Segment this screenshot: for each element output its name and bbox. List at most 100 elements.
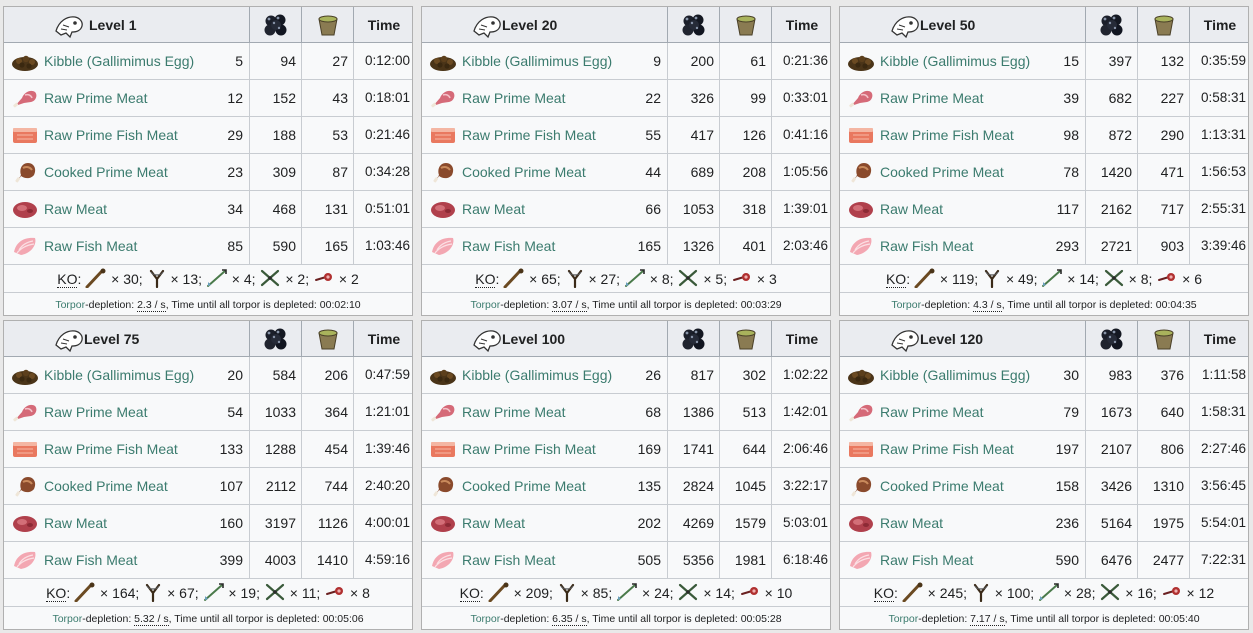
food-name-link[interactable]: Kibble (Gallimimus Egg) — [880, 367, 1030, 383]
food-name-link[interactable]: Cooked Prime Meat — [44, 164, 168, 180]
ko-label[interactable]: KO — [475, 271, 496, 288]
food-name-link[interactable]: Raw Prime Fish Meat — [462, 441, 596, 457]
food-row: Kibble (Gallimimus Egg) 5 94 27 0:12:00 — [4, 43, 412, 80]
narcoberry-count: 2162 — [1100, 201, 1132, 217]
food-name-link[interactable]: Raw Prime Fish Meat — [44, 441, 178, 457]
narcoberry-header-cell — [250, 7, 302, 43]
food-name-link[interactable]: Kibble (Gallimimus Egg) — [462, 53, 612, 69]
food-quantity: 160 — [219, 515, 243, 531]
narcotic-header-cell — [302, 7, 354, 43]
narcotic-count: 27 — [332, 53, 348, 69]
food-cell: Raw Fish Meat 85 — [4, 228, 250, 264]
narcoberry-icon — [264, 14, 287, 36]
torpor-link[interactable]: Torpor — [888, 613, 918, 625]
ko-count: 119 — [951, 271, 975, 287]
narcoberry-count: 1673 — [1100, 404, 1132, 420]
ko-label[interactable]: KO — [873, 585, 895, 602]
food-name-link[interactable]: Kibble (Gallimimus Egg) — [44, 367, 194, 383]
food-name-link[interactable]: Raw Fish Meat — [44, 552, 137, 568]
time-cell: 2:27:46 — [1190, 431, 1250, 467]
food-name-link[interactable]: Raw Prime Meat — [880, 90, 983, 106]
narcotic-count: 640 — [1160, 404, 1184, 420]
ko-label[interactable]: KO — [57, 271, 78, 288]
food-name-link[interactable]: Raw Fish Meat — [44, 238, 137, 254]
slingshot-icon — [147, 269, 167, 289]
narcotic-count: 206 — [324, 367, 348, 383]
narcoberry-count: 5356 — [682, 552, 714, 568]
food-name-link[interactable]: Raw Meat — [462, 515, 525, 531]
torpor-rate: 3.07 / s — [552, 299, 587, 312]
taming-time: 1:39:46 — [364, 441, 410, 456]
food-name-link[interactable]: Raw Fish Meat — [880, 552, 973, 568]
food-name-link[interactable]: Cooked Prime Meat — [880, 478, 1004, 494]
ko-label[interactable]: KO — [459, 585, 480, 602]
time-cell: 0:21:46 — [354, 117, 414, 153]
narcotic-cell: 717 — [1138, 191, 1190, 227]
food-row: Raw Fish Meat 399 4003 1410 4:59:16 — [4, 542, 412, 579]
slingshot-icon — [565, 269, 585, 289]
narcoberry-cell: 188 — [250, 117, 302, 153]
torpor-link[interactable]: Torpor — [470, 613, 500, 625]
food-name-link[interactable]: Raw Prime Meat — [880, 404, 983, 420]
food-name-link[interactable]: Raw Prime Meat — [462, 90, 565, 106]
food-name-link[interactable]: Raw Meat — [44, 515, 107, 531]
narcoberry-count: 2112 — [265, 478, 296, 494]
food-cell: Raw Prime Meat 79 — [840, 394, 1086, 430]
food-quantity: 26 — [645, 367, 661, 383]
food-name-link[interactable]: Kibble (Gallimimus Egg) — [880, 53, 1030, 69]
food-name-link[interactable]: Raw Meat — [462, 201, 525, 217]
narcoberry-cell: 5164 — [1086, 505, 1138, 541]
taming-time: 2:06:46 — [782, 441, 828, 456]
time-cell: 6:18:46 — [772, 542, 832, 578]
ko-count: 30 — [123, 271, 139, 287]
food-name-link[interactable]: Raw Fish Meat — [462, 552, 555, 568]
food-name-link[interactable]: Cooked Prime Meat — [462, 478, 586, 494]
food-quantity: 590 — [1055, 552, 1079, 568]
torpor-link[interactable]: Torpor — [891, 299, 921, 311]
food-name-link[interactable]: Raw Meat — [44, 201, 107, 217]
narcoberry-count: 584 — [272, 367, 296, 383]
food-quantity: 505 — [637, 552, 661, 568]
torpor-link[interactable]: Torpor — [55, 299, 85, 311]
ko-label[interactable]: KO — [885, 271, 907, 288]
narcoberry-count: 872 — [1108, 127, 1132, 143]
taming-time: 1:21:01 — [364, 404, 410, 419]
food-name-link[interactable]: Raw Prime Fish Meat — [44, 127, 178, 143]
torpor-link[interactable]: Torpor — [52, 613, 82, 625]
food-name-link[interactable]: Raw Meat — [880, 515, 943, 531]
torpor-info: Torpor-depletion: 5.32 / s, Time until a… — [4, 608, 412, 630]
food-name-link[interactable]: Raw Prime Meat — [44, 90, 147, 106]
food-name-link[interactable]: Raw Prime Fish Meat — [880, 127, 1014, 143]
narcoberry-count: 4269 — [682, 515, 714, 531]
shocking-dart-icon — [324, 585, 346, 601]
ko-count: 245 — [939, 585, 964, 601]
narcotic-cell: 43 — [302, 80, 354, 116]
food-name-link[interactable]: Cooked Prime Meat — [462, 164, 586, 180]
narcotic-count: 99 — [750, 90, 766, 106]
narcoberry-count: 2107 — [1100, 441, 1132, 457]
ko-count: 164 — [112, 585, 136, 601]
food-name-link[interactable]: Raw Prime Fish Meat — [462, 127, 596, 143]
tranq-arrow-icon — [203, 583, 225, 601]
food-name-link[interactable]: Kibble (Gallimimus Egg) — [44, 53, 194, 69]
food-row: Cooked Prime Meat 107 2112 744 2:40:20 — [4, 468, 412, 505]
food-cell: Raw Meat 202 — [422, 505, 668, 541]
food-cell: Raw Meat 160 — [4, 505, 250, 541]
torpor-link[interactable]: Torpor — [470, 299, 500, 311]
food-name-link[interactable]: Raw Fish Meat — [880, 238, 973, 254]
time-cell: 0:34:28 — [354, 154, 414, 190]
food-name-link[interactable]: Raw Prime Meat — [462, 404, 565, 420]
food-name-link[interactable]: Cooked Prime Meat — [44, 478, 168, 494]
food-name-link[interactable]: Kibble (Gallimimus Egg) — [462, 367, 612, 383]
food-name-link[interactable]: Raw Fish Meat — [462, 238, 555, 254]
tranq-arrow-icon — [206, 269, 228, 287]
ko-label[interactable]: KO — [46, 585, 67, 602]
narcotic-count: 1126 — [317, 515, 348, 531]
food-name-link[interactable]: Cooked Prime Meat — [880, 164, 1004, 180]
food-name-link[interactable]: Raw Prime Meat — [44, 404, 147, 420]
food-name-link[interactable]: Raw Meat — [880, 201, 943, 217]
narcotic-icon — [736, 329, 756, 350]
narcoberry-count: 6476 — [1100, 552, 1132, 568]
level-title: Level 1 — [89, 17, 137, 33]
food-name-link[interactable]: Raw Prime Fish Meat — [880, 441, 1014, 457]
